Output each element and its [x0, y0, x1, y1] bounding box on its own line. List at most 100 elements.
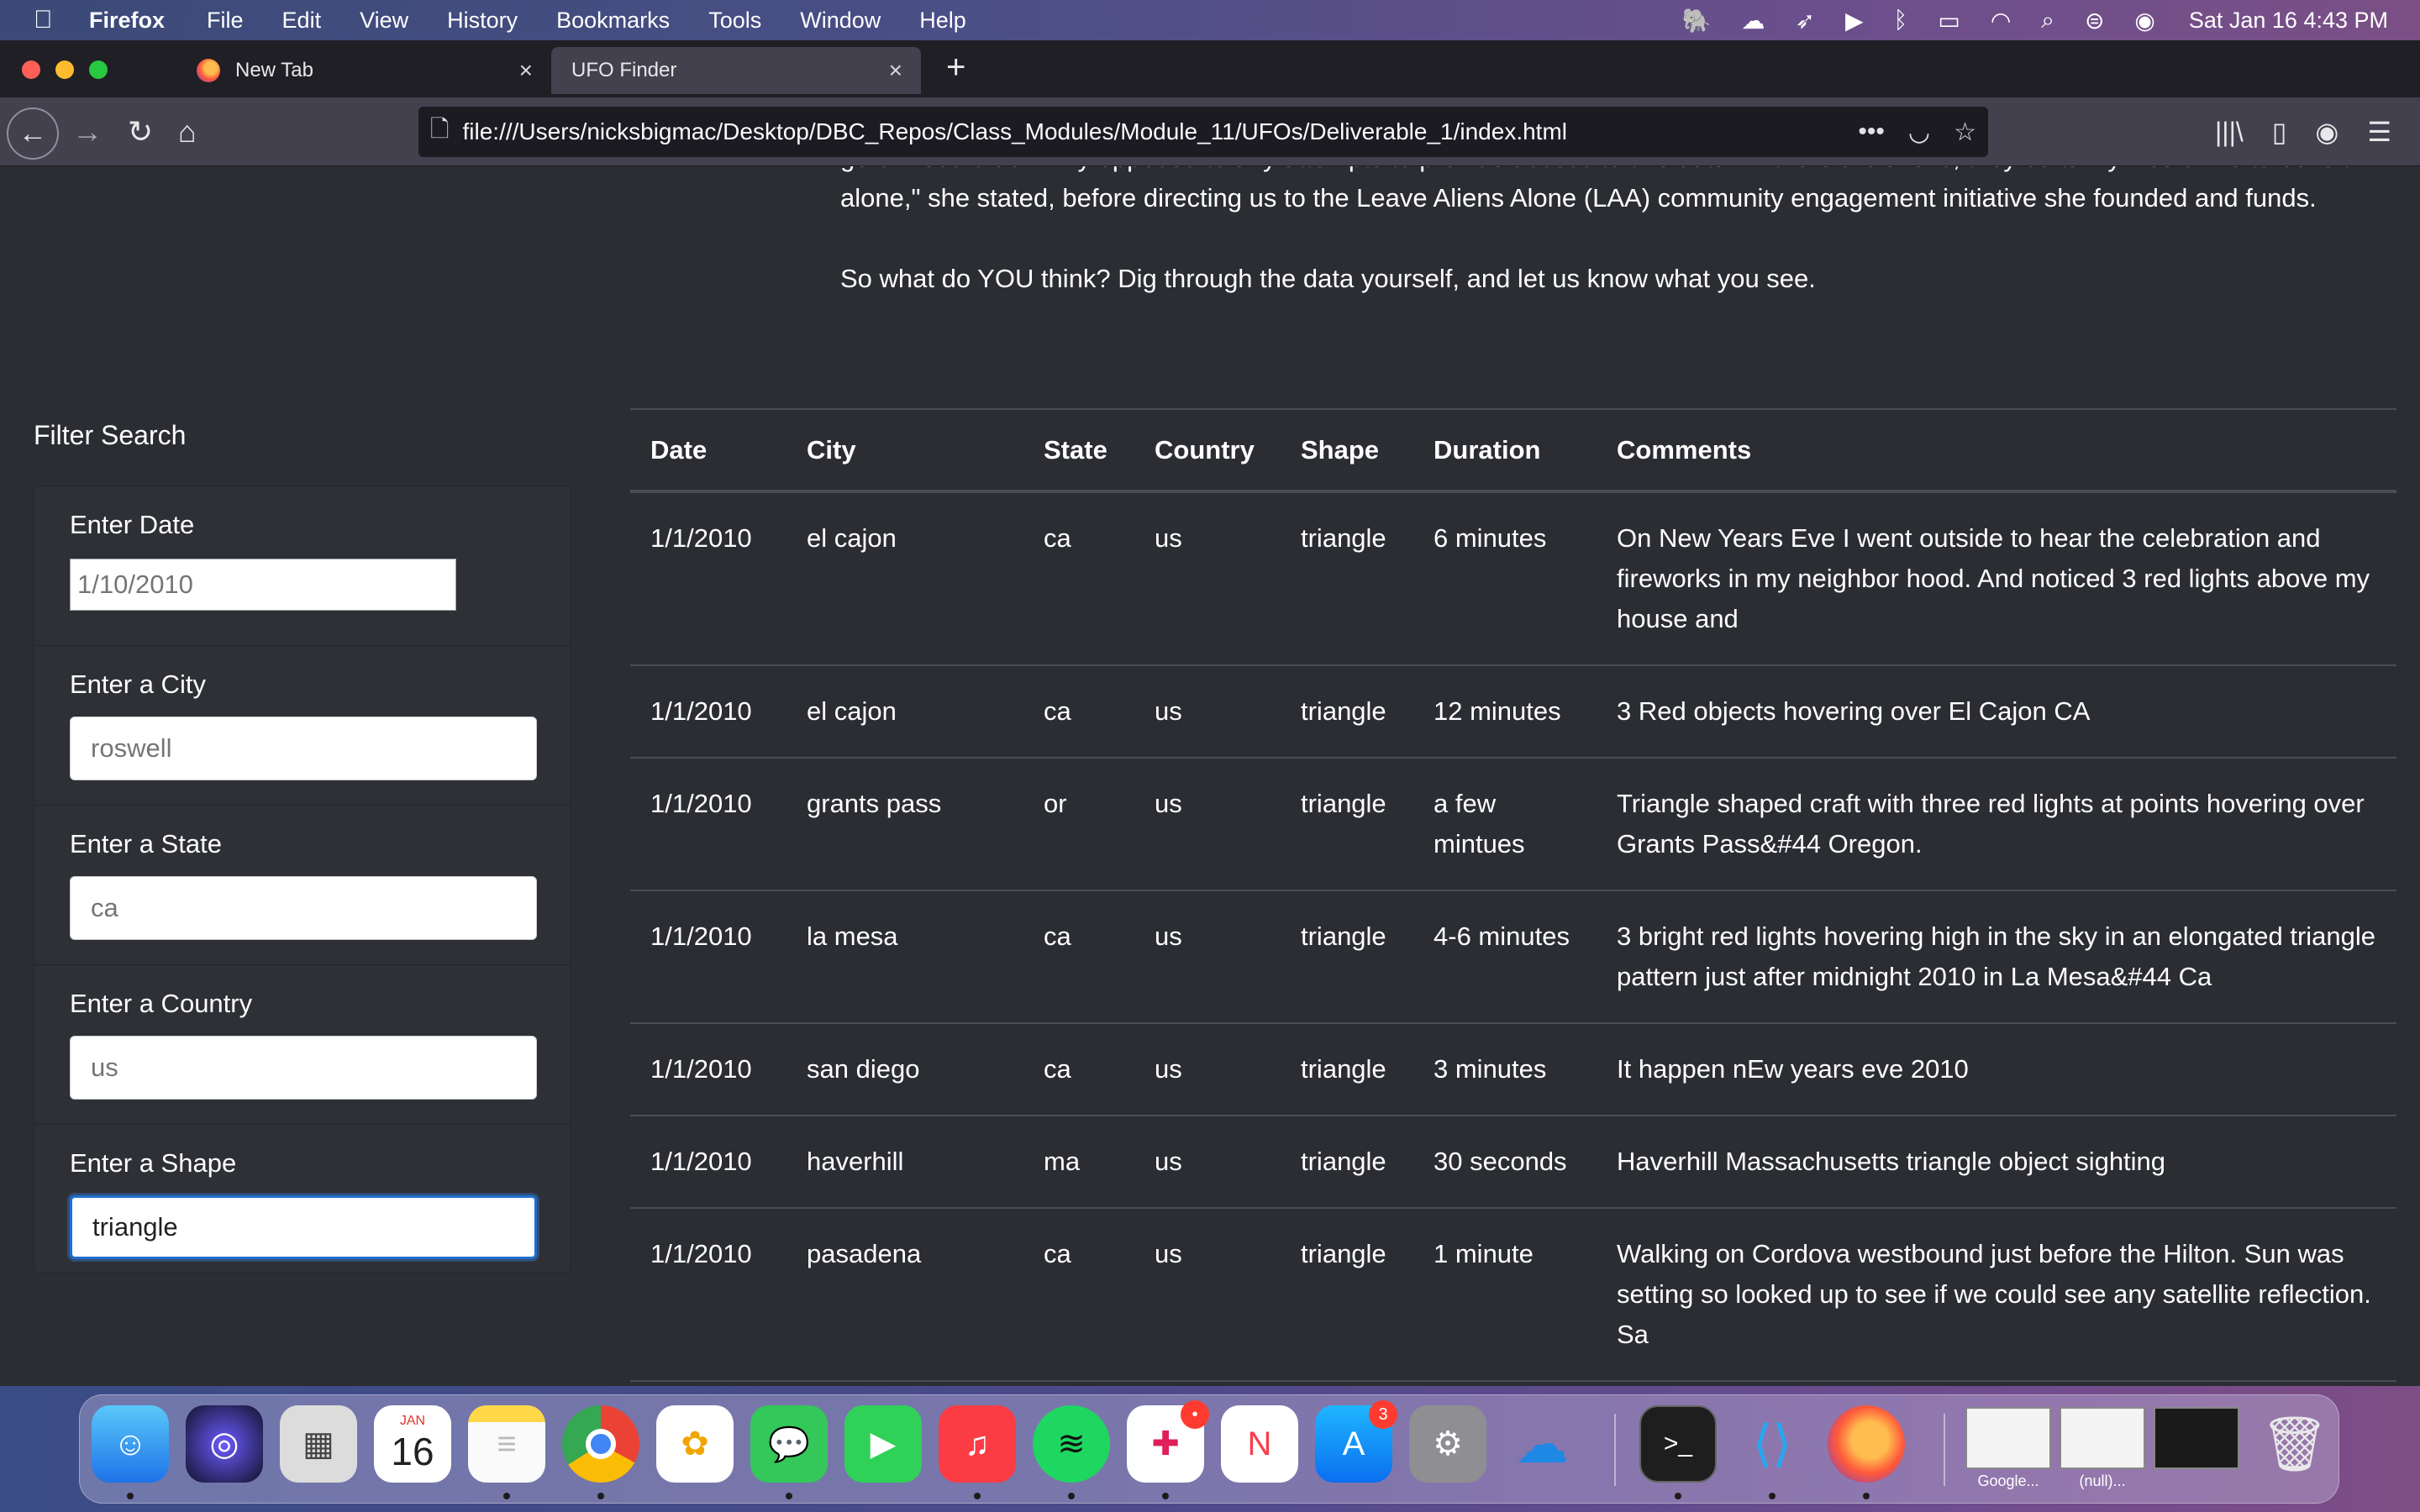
- menu-firefox[interactable]: Firefox: [89, 8, 165, 34]
- menu-window[interactable]: Window: [800, 8, 881, 34]
- control-center-icon[interactable]: ⊜: [2085, 7, 2104, 34]
- minimized-window-thumbnail[interactable]: [1965, 1407, 2051, 1469]
- filter-date-group: Enter Date: [34, 486, 571, 646]
- tab-ufo-finder[interactable]: UFO Finder ×: [551, 47, 921, 94]
- running-indicator: [127, 1493, 134, 1499]
- bookmark-star-icon[interactable]: ☆: [1954, 118, 1976, 147]
- tab-bar: New Tab × UFO Finder × +: [0, 40, 2420, 97]
- sidebar-toggle-icon[interactable]: ▯: [2272, 116, 2287, 148]
- dock: ☺ ◎ ▦ JAN 16 ≡ ✿ 💬 ▶ ♫ ≋ ✚ • N A3 ⚙ ☁ >_ …: [79, 1394, 2339, 1504]
- url-bar[interactable]: 🗋 file:///Users/nicksbigmac/Desktop/DBC_…: [418, 107, 1988, 157]
- cell-city: el cajon: [786, 491, 1023, 666]
- menu-edit[interactable]: Edit: [282, 8, 322, 34]
- thumbnail-label: (null)...: [2079, 1473, 2126, 1489]
- trash-icon[interactable]: 🗑: [2256, 1405, 2333, 1483]
- close-window-button[interactable]: [22, 60, 40, 79]
- siri-icon[interactable]: ◉: [2134, 7, 2154, 34]
- page-actions-more-icon[interactable]: •••: [1858, 118, 1885, 146]
- news-icon[interactable]: N: [1221, 1405, 1298, 1483]
- running-indicator: [1769, 1493, 1776, 1499]
- new-tab-button[interactable]: +: [946, 49, 965, 87]
- hamburger-menu-icon[interactable]: ☰: [2367, 116, 2391, 148]
- app-store-icon[interactable]: A3: [1315, 1400, 1397, 1483]
- onedrive-icon[interactable]: ☁: [1503, 1405, 1581, 1483]
- library-icon[interactable]: |||\: [2215, 117, 2244, 148]
- cell-state: ca: [1023, 665, 1134, 759]
- launchpad-icon[interactable]: ▦: [280, 1405, 357, 1483]
- close-tab-icon[interactable]: ×: [519, 57, 533, 84]
- notes-icon[interactable]: ≡: [468, 1405, 545, 1483]
- city-input[interactable]: [70, 717, 537, 780]
- menu-clock[interactable]: Sat Jan 16 4:43 PM: [2189, 8, 2388, 34]
- page-info-icon[interactable]: 🗋: [430, 112, 450, 152]
- menu-view[interactable]: View: [360, 8, 408, 34]
- minimized-window-thumbnail[interactable]: [2060, 1407, 2145, 1469]
- spotify-icon[interactable]: ≋: [1033, 1405, 1110, 1483]
- terminal-icon[interactable]: >_: [1639, 1405, 1717, 1483]
- reload-button[interactable]: ↻: [128, 114, 153, 150]
- battery-icon[interactable]: ▭: [1938, 7, 1960, 34]
- menu-help[interactable]: Help: [919, 8, 966, 34]
- minimize-window-button[interactable]: [55, 60, 74, 79]
- cell-country: us: [1134, 1116, 1281, 1209]
- cell-city: haverhill: [786, 1116, 1023, 1209]
- wifi-icon[interactable]: ◠: [1991, 7, 2011, 34]
- cell-date: 1/1/2010: [630, 491, 786, 666]
- url-text[interactable]: file:///Users/nicksbigmac/Desktop/DBC_Re…: [463, 118, 1567, 145]
- menu-history[interactable]: History: [447, 8, 518, 34]
- vscode-icon[interactable]: ⟨⟩: [1733, 1405, 1811, 1483]
- menu-bookmarks[interactable]: Bookmarks: [556, 8, 670, 34]
- minimized-window-thumbnail[interactable]: [2154, 1407, 2239, 1469]
- firefox-icon[interactable]: [1828, 1405, 1905, 1483]
- cell-comments: Walking on Cordova westbound just before…: [1597, 1208, 2396, 1382]
- dock-separator: [1944, 1414, 1945, 1486]
- cell-shape: triangle: [1281, 1208, 1413, 1382]
- shape-input[interactable]: [70, 1195, 537, 1259]
- tab-new-tab[interactable]: New Tab ×: [176, 47, 551, 94]
- firefox-favicon-icon: [197, 59, 220, 82]
- date-input[interactable]: [70, 559, 456, 611]
- music-icon[interactable]: ♫: [939, 1405, 1016, 1483]
- bluetooth-icon[interactable]: ᛒ: [1894, 7, 1908, 34]
- play-icon[interactable]: ▶: [1845, 7, 1864, 34]
- photos-icon[interactable]: ✿: [656, 1405, 734, 1483]
- article-text: go on record as firmly opposed to any at…: [840, 166, 2378, 339]
- spotlight-search-icon[interactable]: ⌕: [2041, 7, 2054, 34]
- state-label: Enter a State: [70, 829, 222, 858]
- pointer-icon[interactable]: ➶: [1796, 7, 1815, 34]
- tab-title: New Tab: [235, 59, 313, 81]
- close-tab-icon[interactable]: ×: [889, 57, 902, 84]
- system-preferences-icon[interactable]: ⚙: [1409, 1405, 1486, 1483]
- creative-cloud-icon[interactable]: ☁: [1742, 7, 1765, 34]
- account-icon[interactable]: ◉: [2315, 116, 2338, 148]
- filter-search-title: Filter Search: [34, 420, 187, 450]
- cell-duration: 12 minutes: [1413, 665, 1597, 759]
- cell-state: or: [1023, 758, 1134, 891]
- cell-date: 1/1/2010: [630, 1116, 786, 1209]
- cell-comments: On New Years Eve I went outside to hear …: [1597, 491, 2396, 666]
- slack-icon[interactable]: ✚ •: [1127, 1400, 1209, 1483]
- country-input[interactable]: [70, 1036, 537, 1100]
- postgres-elephant-icon[interactable]: 🐘: [1682, 7, 1712, 34]
- zoom-window-button[interactable]: [89, 60, 108, 79]
- table-header-row: Date City State Country Shape Duration C…: [630, 408, 2396, 493]
- pocket-icon[interactable]: ◡: [1908, 118, 1930, 147]
- calendar-icon[interactable]: JAN 16: [374, 1405, 451, 1483]
- siri-icon[interactable]: ◎: [186, 1405, 263, 1483]
- state-input[interactable]: [70, 876, 537, 940]
- finder-icon[interactable]: ☺: [92, 1405, 169, 1483]
- facetime-icon[interactable]: ▶: [844, 1405, 922, 1483]
- menu-bar:  Firefox File Edit View History Bookmar…: [0, 0, 2420, 40]
- cell-date: 1/1/2010: [630, 890, 786, 1024]
- chrome-icon[interactable]: [562, 1405, 639, 1483]
- messages-icon[interactable]: 💬: [750, 1405, 828, 1483]
- toolbar-right: |||\ ▯ ◉ ☰: [2215, 97, 2420, 166]
- apple-icon[interactable]: : [34, 6, 67, 34]
- forward-button[interactable]: →: [72, 114, 103, 150]
- home-button[interactable]: ⌂: [178, 114, 197, 150]
- cell-shape: triangle: [1281, 1023, 1413, 1116]
- header-shape: Shape: [1281, 408, 1413, 493]
- back-button[interactable]: ←: [7, 108, 59, 160]
- menu-file[interactable]: File: [207, 8, 244, 34]
- menu-tools[interactable]: Tools: [708, 8, 761, 34]
